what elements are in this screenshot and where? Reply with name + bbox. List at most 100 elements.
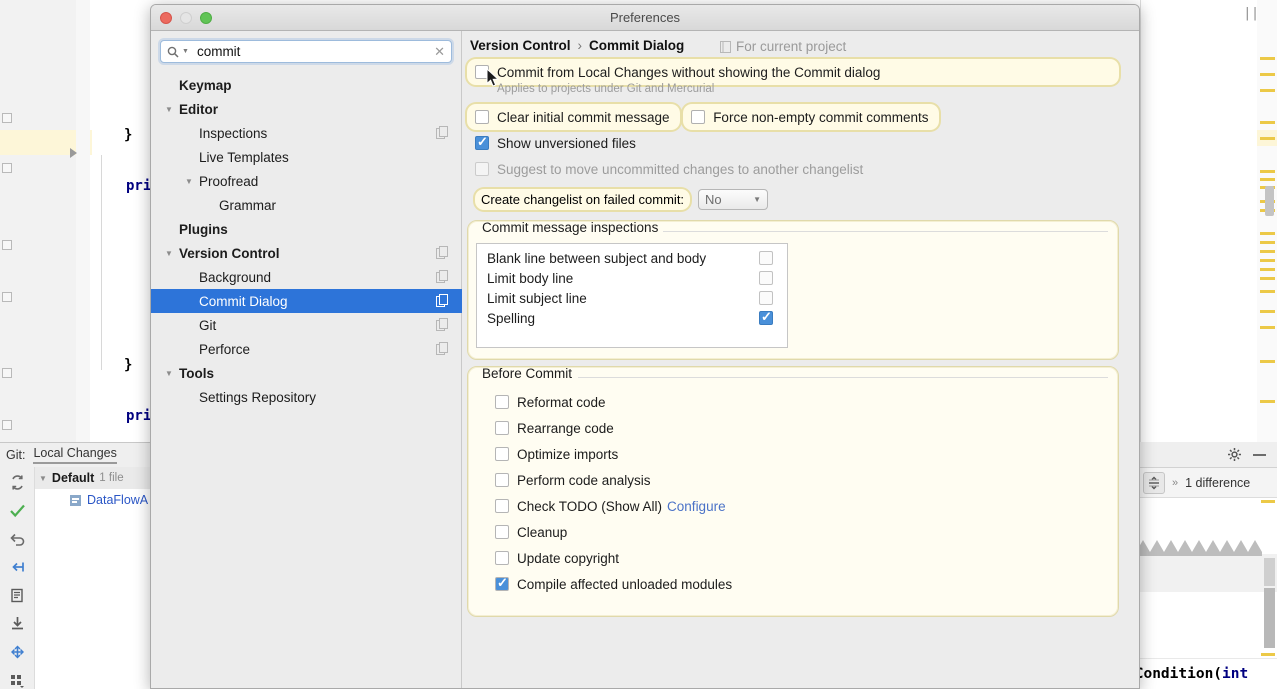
minimize-button[interactable] — [180, 12, 192, 24]
before-commit-group[interactable]: Before Commit Reformat codeRearrange cod… — [467, 366, 1119, 617]
inspection-row[interactable]: Limit subject line — [477, 288, 787, 308]
create-changelist-select[interactable]: No ▼ — [698, 189, 768, 210]
configure-link[interactable]: Configure — [667, 499, 726, 514]
diff-body[interactable] — [1120, 498, 1277, 658]
option-force-non-empty-comments[interactable]: Force non-empty commit comments — [683, 104, 938, 130]
create-changelist-row[interactable]: Create changelist on failed commit: No ▼ — [467, 186, 1127, 212]
fold-collapse-icon[interactable] — [2, 368, 12, 378]
inspection-row[interactable]: Spelling — [477, 308, 787, 328]
inspection-row[interactable]: Limit body line — [477, 268, 787, 288]
before-commit-checkbox[interactable] — [495, 551, 509, 565]
sidebar-item-version-control[interactable]: ▼Version Control — [151, 241, 462, 265]
copy-settings-icon[interactable] — [436, 318, 449, 331]
diff-tool-window[interactable]: » 1 difference rCondition( int — [1120, 442, 1277, 689]
editor-right-pane[interactable]: || — [1140, 0, 1277, 442]
before-commit-checkbox[interactable] — [495, 499, 509, 513]
sidebar-item-proofread[interactable]: ▼Proofread — [151, 169, 462, 193]
before-commit-row[interactable]: Update copyright — [468, 545, 1118, 571]
fold-expand-icon[interactable] — [2, 163, 12, 173]
force-non-empty-comments-checkbox[interactable] — [691, 110, 705, 124]
inspection-row[interactable]: Blank line between subject and body — [477, 248, 787, 268]
preferences-content[interactable]: Version Control › Commit Dialog For curr… — [462, 31, 1140, 689]
update-icon[interactable] — [7, 614, 27, 633]
minimize-icon[interactable] — [1252, 452, 1267, 458]
before-commit-checkbox[interactable] — [495, 421, 509, 435]
clear-initial-commit-message-checkbox[interactable] — [475, 110, 489, 124]
inspection-checkbox[interactable] — [759, 311, 773, 325]
sidebar-item-inspections[interactable]: Inspections — [151, 121, 462, 145]
before-commit-checkbox[interactable] — [495, 473, 509, 487]
gear-icon[interactable] — [1227, 447, 1242, 462]
sidebar-item-plugins[interactable]: Plugins — [151, 217, 462, 241]
close-button[interactable] — [160, 12, 172, 24]
diff-scrollbar-thumb-upper[interactable] — [1264, 558, 1275, 586]
settings-tree[interactable]: Keymap▼EditorInspections Live Templates▼… — [151, 73, 462, 409]
refresh-icon[interactable] — [7, 473, 27, 492]
prev-next-icon[interactable]: » — [1172, 477, 1178, 489]
preferences-sidebar[interactable]: ▼ commit ✕ Keymap▼EditorInspections Live… — [151, 31, 462, 689]
inspection-checkbox[interactable] — [759, 271, 773, 285]
git-toolbar[interactable] — [0, 467, 34, 689]
before-commit-row[interactable]: Check TODO (Show All)Configure — [468, 493, 1118, 519]
breadcrumb-root[interactable]: Version Control — [470, 38, 571, 53]
copy-settings-icon[interactable] — [436, 270, 449, 283]
diff-toolbar[interactable]: » 1 difference — [1120, 468, 1277, 498]
diff-scrollbar-thumb[interactable] — [1264, 588, 1275, 648]
sidebar-item-settings-repository[interactable]: Settings Repository — [151, 385, 462, 409]
window-controls[interactable] — [160, 12, 212, 24]
before-commit-checkbox[interactable] — [495, 577, 509, 591]
fold-collapse-icon[interactable] — [2, 113, 12, 123]
git-changes-tree[interactable]: ▼ Default 1 file DataFlowA — [34, 467, 150, 689]
sidebar-item-background[interactable]: Background — [151, 265, 462, 289]
rollback-icon[interactable] — [7, 530, 27, 549]
before-commit-list[interactable]: Reformat codeRearrange codeOptimize impo… — [468, 367, 1118, 607]
copy-settings-icon[interactable] — [436, 342, 449, 355]
search-input[interactable]: commit — [197, 44, 434, 59]
options-area[interactable]: Commit from Local Changes without showin… — [467, 59, 1127, 617]
commit-message-inspections-group[interactable]: Commit message inspections Blank line be… — [467, 220, 1119, 360]
inspection-checkbox[interactable] — [759, 251, 773, 265]
before-commit-row[interactable]: Optimize imports — [468, 441, 1118, 467]
fold-expand-icon[interactable] — [2, 240, 12, 250]
copy-settings-icon[interactable] — [436, 294, 449, 307]
collapse-unchanged-button[interactable] — [1143, 472, 1165, 494]
sidebar-item-git[interactable]: Git — [151, 313, 462, 337]
chevron-down-icon[interactable]: ▼ — [165, 249, 173, 258]
settings-search-box[interactable]: ▼ commit ✕ — [160, 40, 452, 63]
before-commit-row[interactable]: Compile affected unloaded modules — [468, 571, 1118, 597]
group-by-icon[interactable] — [7, 671, 27, 689]
sidebar-item-keymap[interactable]: Keymap — [151, 73, 462, 97]
clear-icon[interactable]: ✕ — [434, 44, 445, 60]
sidebar-item-perforce[interactable]: Perforce — [151, 337, 462, 361]
option-show-unversioned-files[interactable]: Show unversioned files — [467, 130, 1127, 156]
before-commit-row[interactable]: Rearrange code — [468, 415, 1118, 441]
sidebar-item-editor[interactable]: ▼Editor — [151, 97, 462, 121]
chevron-down-icon[interactable]: ▼ — [165, 105, 173, 114]
option-clear-initial-commit-message[interactable]: Clear initial commit message — [467, 104, 680, 130]
editor-marker-strip[interactable]: || — [1257, 0, 1277, 442]
option-commit-without-dialog[interactable]: Commit from Local Changes without showin… — [467, 59, 1119, 85]
shelve-icon[interactable] — [7, 558, 27, 577]
changed-file-row[interactable]: DataFlowA — [35, 489, 150, 511]
before-commit-checkbox[interactable] — [495, 525, 509, 539]
tab-local-changes[interactable]: Local Changes — [33, 446, 116, 464]
scrollbar-thumb[interactable] — [1265, 186, 1274, 216]
chevron-down-icon[interactable]: ▼ — [185, 177, 193, 186]
fold-expand-icon[interactable] — [2, 420, 12, 430]
chevron-down-icon[interactable]: ▼ — [182, 48, 189, 55]
git-tool-window[interactable]: Git: Local Changes — [0, 442, 150, 689]
chevron-down-icon[interactable]: ▼ — [165, 369, 173, 378]
before-commit-checkbox[interactable] — [495, 447, 509, 461]
code-folding-strip[interactable] — [76, 0, 90, 442]
preferences-dialog[interactable]: Preferences ▼ commit ✕ Keymap▼EditorInsp… — [150, 4, 1140, 689]
before-commit-row[interactable]: Perform code analysis — [468, 467, 1118, 493]
commit-check-icon[interactable] — [7, 501, 27, 520]
fold-collapse-icon[interactable] — [2, 292, 12, 302]
chevron-down-icon[interactable]: ▼ — [39, 474, 47, 483]
inspection-checkbox[interactable] — [759, 291, 773, 305]
sidebar-item-commit-dialog[interactable]: Commit Dialog — [151, 289, 462, 313]
before-commit-row[interactable]: Reformat code — [468, 389, 1118, 415]
sidebar-item-live-templates[interactable]: Live Templates — [151, 145, 462, 169]
option-suggest-move-uncommitted[interactable]: Suggest to move uncommitted changes to a… — [467, 156, 1127, 182]
commit-message-inspections-list[interactable]: Blank line between subject and bodyLimit… — [476, 243, 788, 348]
